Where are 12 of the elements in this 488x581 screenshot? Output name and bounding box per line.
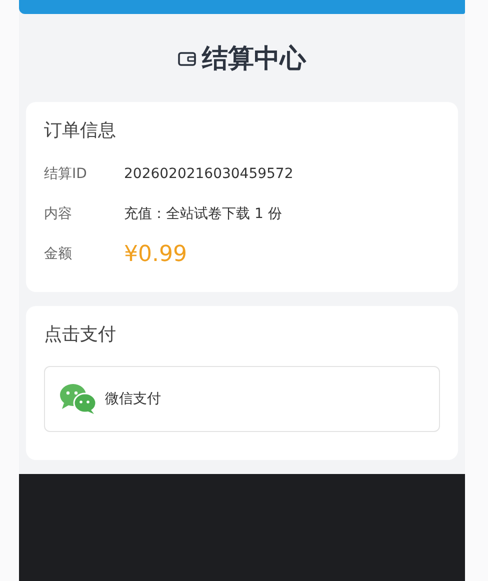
card-heading: 订单信息 <box>44 119 117 142</box>
field-label: 金额 <box>44 245 73 263</box>
payment-method-button[interactable]: 微信支付 <box>44 366 440 432</box>
field-value: 2026020216030459572 <box>124 166 294 182</box>
page-title: 结算中心 <box>202 42 306 76</box>
field-label: 结算ID <box>44 165 88 183</box>
chat-bubbles-icon <box>59 383 97 415</box>
wallet-icon <box>178 50 196 66</box>
card-heading: 点击支付 <box>44 323 117 346</box>
amount-value: ¥0.99 <box>124 242 187 266</box>
field-value: 充值：全站试卷下载 1 份 <box>124 205 282 223</box>
field-label: 内容 <box>44 205 73 223</box>
